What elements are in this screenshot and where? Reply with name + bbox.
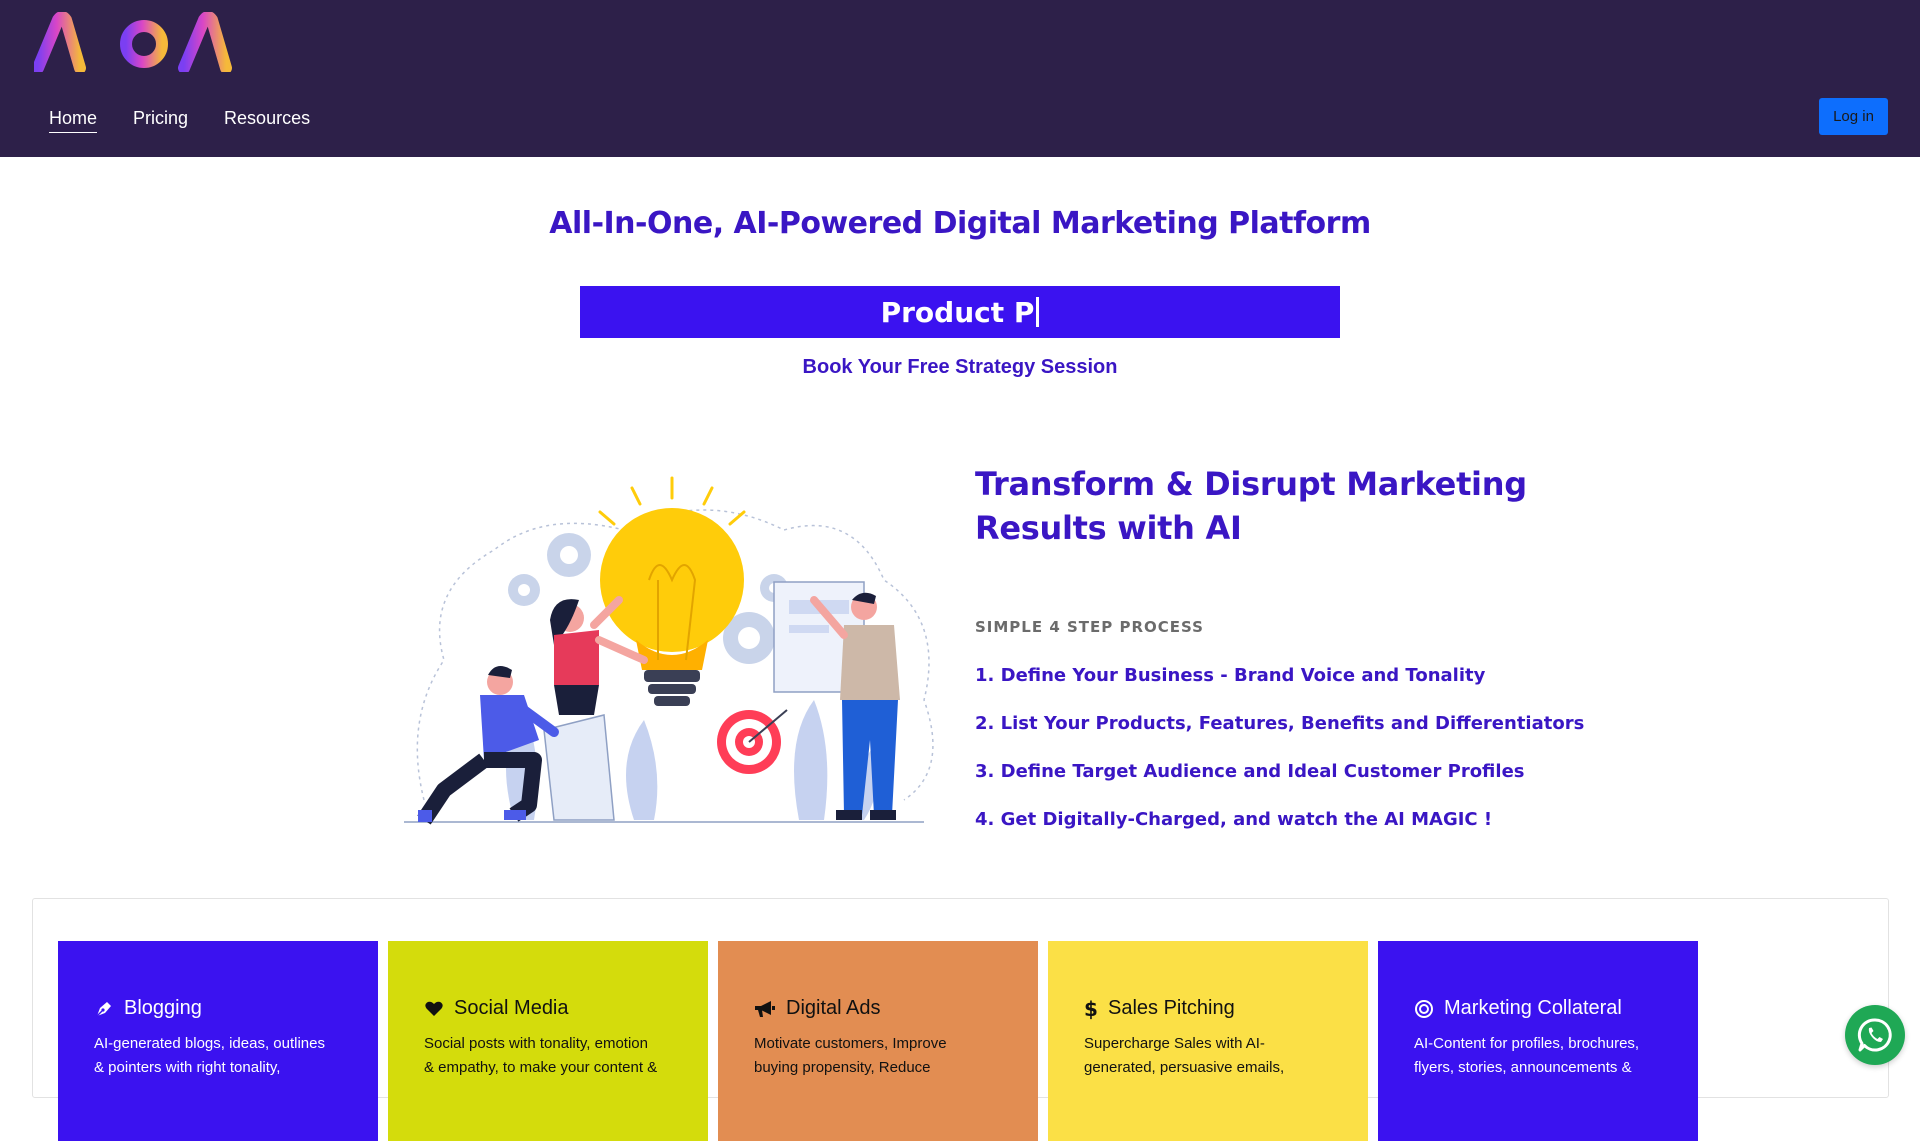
heart-icon (425, 1001, 443, 1016)
card-desc-line2: buying propensity, Reduce (754, 1059, 931, 1076)
process-heading-line1: Transform & Disrupt Marketing (975, 465, 1527, 503)
nav-pricing[interactable]: Pricing (133, 108, 188, 133)
process-heading-line2: Results with AI (975, 509, 1242, 547)
svg-text:$: $ (1084, 998, 1098, 1020)
card-title: Sales Pitching (1108, 997, 1235, 1019)
card-sales-pitching[interactable]: $ Sales Pitching Supercharge Sales with … (1048, 941, 1368, 1141)
whatsapp-icon (1857, 1018, 1892, 1052)
process-step-1: 1. Define Your Business - Brand Voice an… (975, 665, 1486, 686)
feature-cards-section: Blogging AI-generated blogs, ideas, outl… (32, 898, 1889, 1141)
card-desc-line1: AI-Content for profiles, brochures, (1414, 1035, 1640, 1052)
card-desc-line2: flyers, stories, announcements & (1414, 1059, 1632, 1076)
page-title: All-In-One, AI-Powered Digital Marketing… (549, 206, 1371, 241)
process-step-2: 2. List Your Products, Features, Benefit… (975, 713, 1585, 734)
card-title: Social Media (454, 997, 569, 1019)
typing-text: Product P (880, 295, 1035, 329)
card-title: Digital Ads (786, 997, 881, 1019)
process-heading: Transform & Disrupt Marketing Results wi… (975, 462, 1535, 550)
process-step-3: 3. Define Target Audience and Ideal Cust… (975, 761, 1525, 782)
lightbulb-team-illustration (404, 476, 934, 825)
card-marketing-collateral[interactable]: Marketing Collateral AI-Content for prof… (1378, 941, 1698, 1141)
dollar-icon: $ (1084, 998, 1098, 1020)
typing-caret (1036, 297, 1040, 327)
card-desc-line1: AI-generated blogs, ideas, outlines (94, 1035, 325, 1052)
main-nav: Home Pricing Resources (49, 108, 310, 133)
site-header: Home Pricing Resources Log in (0, 0, 1920, 157)
aioai-logo[interactable] (34, 12, 258, 72)
card-social-media[interactable]: Social Media Social posts with tonality,… (388, 941, 708, 1141)
nav-resources[interactable]: Resources (224, 108, 310, 133)
card-desc-line2: generated, persuasive emails, (1084, 1059, 1285, 1076)
bullseye-icon (1415, 999, 1433, 1018)
process-subtitle: SIMPLE 4 STEP PROCESS (975, 618, 1204, 636)
card-title: Blogging (124, 997, 202, 1019)
process-steps: 1. Define Your Business - Brand Voice an… (975, 664, 1584, 856)
typing-banner: Product P (580, 286, 1340, 338)
whatsapp-chat-button[interactable] (1845, 1005, 1905, 1065)
card-desc-line2: & empathy, to make your content & (424, 1059, 658, 1076)
card-desc-line1: Social posts with tonality, emotion (424, 1035, 648, 1052)
card-blogging[interactable]: Blogging AI-generated blogs, ideas, outl… (58, 941, 378, 1141)
pen-nib-icon (96, 1001, 111, 1016)
card-desc-line1: Supercharge Sales with AI- (1084, 1035, 1265, 1052)
card-digital-ads[interactable]: Digital Ads Motivate customers, Improve … (718, 941, 1038, 1141)
login-button[interactable]: Log in (1819, 98, 1888, 135)
card-desc-line2: & pointers with right tonality, (94, 1059, 281, 1076)
bullhorn-icon (755, 1000, 775, 1017)
nav-home[interactable]: Home (49, 108, 98, 133)
card-title: Marketing Collateral (1444, 997, 1622, 1019)
book-session-link[interactable]: Book Your Free Strategy Session (0, 356, 1920, 379)
process-step-4: 4. Get Digitally-Charged, and watch the … (975, 809, 1493, 830)
card-desc-line1: Motivate customers, Improve (754, 1035, 947, 1052)
